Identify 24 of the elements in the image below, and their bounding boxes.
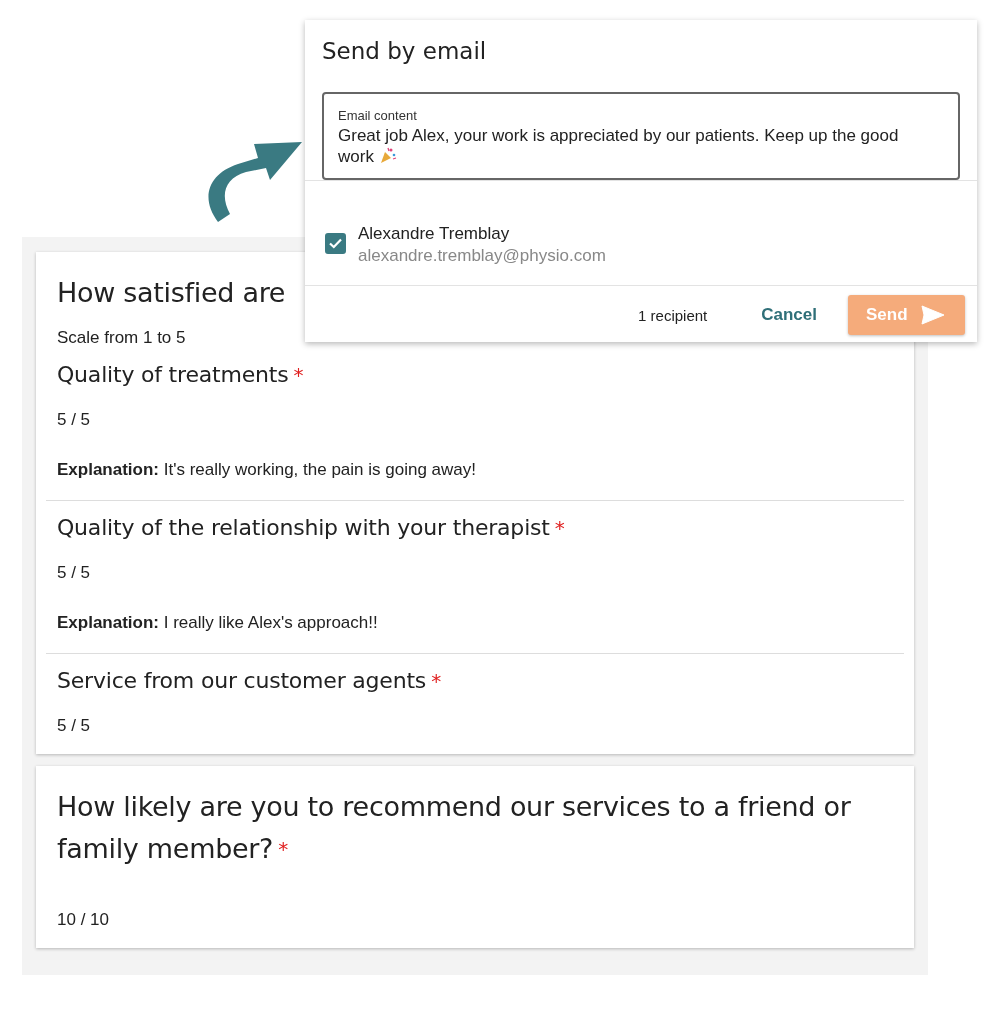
answer-score: 10 / 10 (57, 910, 110, 930)
field-value: Great job Alex, your work is appreciated by our patients. Keep up the good work (338, 126, 900, 167)
field-label: Email content (338, 108, 418, 123)
recipient-email: alexandre.tremblay@physio.com (358, 246, 606, 266)
question-title: Quality of treatments * (57, 362, 304, 387)
send-icon (921, 305, 945, 325)
cancel-button[interactable]: Cancel (761, 305, 817, 325)
answer-score: 5 / 5 (57, 410, 92, 430)
question-title: Service from our customer agents * (57, 668, 441, 693)
card-title: How satisfied are (57, 276, 286, 310)
recipient-checkbox[interactable] (325, 233, 346, 254)
party-popper-icon (378, 146, 397, 164)
explanation-text: Explanation: It's really working, the pain is going away! (57, 460, 477, 480)
card-title: How likely are you to recommend our services to a friend or family member? * (57, 790, 852, 866)
question-title: Quality of the relationship with your therapist * (57, 515, 565, 540)
answer-score: 5 / 5 (57, 716, 92, 736)
recipient-count: 1 recipient (638, 306, 708, 324)
checkmark-icon (329, 238, 342, 249)
recipient-name: Alexandre Tremblay (358, 224, 511, 244)
scale-hint: Scale from 1 to 5 (57, 328, 186, 347)
answer-score: 5 / 5 (57, 563, 92, 583)
email-content-field[interactable]: Email content Great job Alex, your work is appreciated by our patients. Keep up the good work (322, 92, 960, 180)
explanation-text: Explanation: I really like Alex's approach!! (57, 613, 379, 633)
dialog-title: Send by email (321, 37, 488, 66)
